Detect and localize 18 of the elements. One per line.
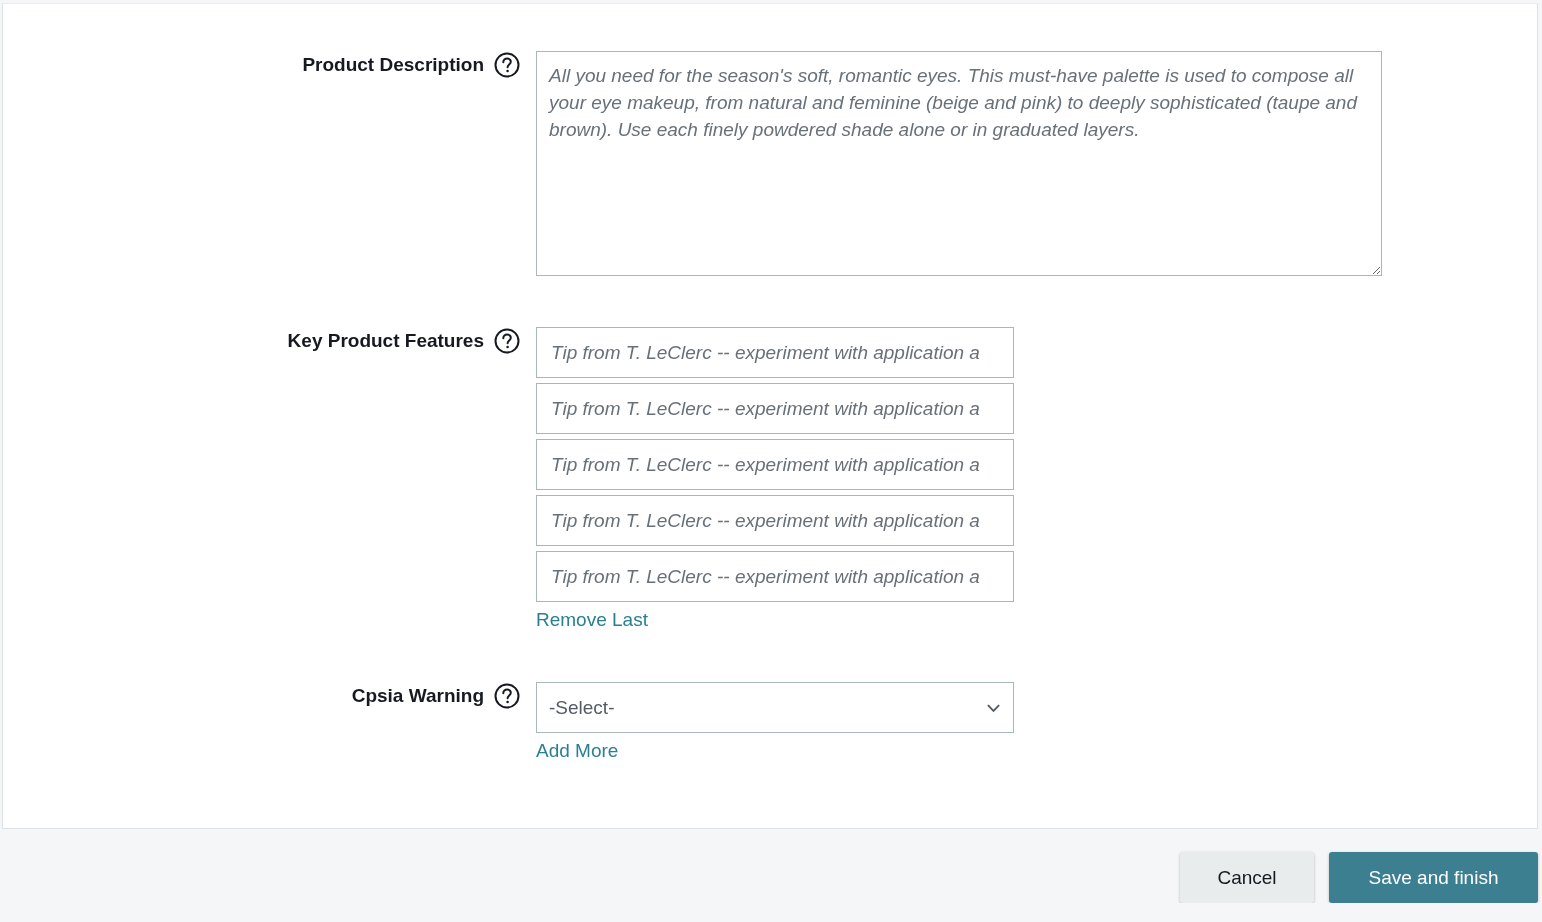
help-icon[interactable] (494, 328, 520, 354)
field-label: Product Description (302, 54, 484, 76)
description-field[interactable]: All you need for the season's soft, romantic eyes. This must-have palette is used to compose all your eye makeup, from natural and feminine (beige and pink) to deeply sophisticated (taupe and brown). Use each finely powdered shade alone or in graduated layers. (536, 51, 1382, 276)
remove-last-link[interactable]: Remove Last (536, 609, 648, 631)
feature-input-field[interactable]: Tip from T. LeClerc -- experiment with application a (536, 551, 1014, 602)
field-label: Key Product Features (287, 330, 484, 352)
help-icon[interactable] (494, 52, 520, 78)
feature-input-field[interactable]: Tip from T. LeClerc -- experiment with application a (536, 495, 1014, 546)
chevron-down-icon (986, 702, 1001, 713)
feature-input-field[interactable]: Tip from T. LeClerc -- experiment with application a (536, 327, 1014, 378)
select-field[interactable]: -Select- (536, 682, 1014, 733)
feature-input-field[interactable]: Tip from T. LeClerc -- experiment with application a (536, 383, 1014, 434)
feature-input-field[interactable]: Tip from T. LeClerc -- experiment with application a (536, 439, 1014, 490)
save-button[interactable]: Save and finish (1329, 852, 1538, 903)
field-label: Cpsia Warning (351, 685, 484, 707)
cancel-button[interactable]: Cancel (1180, 852, 1314, 903)
help-icon[interactable] (494, 683, 520, 709)
add-more-link[interactable]: Add More (536, 740, 619, 762)
